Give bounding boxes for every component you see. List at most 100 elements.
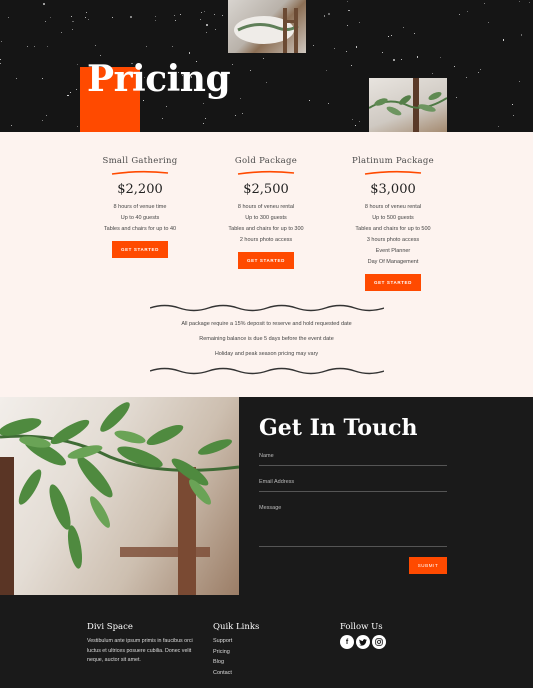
star-dot xyxy=(521,34,523,36)
star-dot xyxy=(241,113,243,115)
star-dot xyxy=(45,21,47,23)
star-dot xyxy=(201,11,203,13)
star-dot xyxy=(0,58,1,60)
star-dot xyxy=(497,126,499,127)
page-title: Pricing xyxy=(87,58,231,100)
email-field[interactable]: Email Address xyxy=(259,479,294,485)
get-started-button[interactable]: GET STARTED xyxy=(111,240,169,258)
footer-link-contact[interactable]: Contact xyxy=(213,670,232,676)
star-dot xyxy=(387,35,389,37)
contact-title: Get In Touch xyxy=(259,415,418,441)
star-dot xyxy=(487,21,489,23)
pricing-note: Holiday and peak season pricing may vary xyxy=(214,351,319,357)
star-dot xyxy=(358,120,360,122)
star-dot xyxy=(27,45,28,47)
star-dot xyxy=(328,102,330,104)
footer-follow-title: Follow Us xyxy=(340,622,383,632)
hero-photo-table-setting xyxy=(228,0,306,53)
footer: Divi Space Vestibulum ante ipsum primis … xyxy=(0,595,533,688)
star-dot xyxy=(477,72,479,73)
submit-button[interactable]: SUBMIT xyxy=(409,557,447,574)
star-dot xyxy=(235,114,237,116)
footer-link-support[interactable]: Support xyxy=(213,638,232,644)
star-dot xyxy=(347,25,349,27)
facebook-icon[interactable]: f xyxy=(340,635,354,649)
star-dot xyxy=(249,69,251,71)
package-name: Platinum Package xyxy=(351,156,434,166)
pricing-card-platinum: Platinum Package $3,000 8 hours of veneu… xyxy=(313,156,473,291)
star-dot xyxy=(390,34,392,36)
package-feature: 8 hours of veneu rental xyxy=(364,204,422,210)
email-field-underline xyxy=(259,491,447,492)
star-dot xyxy=(325,70,327,72)
star-dot xyxy=(0,63,1,65)
package-feature: 3 hours photo access xyxy=(366,237,420,243)
star-dot xyxy=(456,97,458,99)
footer-links-title: Quik Links xyxy=(213,622,260,632)
swash-decoration xyxy=(237,170,295,175)
star-dot xyxy=(88,19,89,21)
name-field[interactable]: Name xyxy=(259,453,274,459)
twitter-icon[interactable] xyxy=(356,635,370,649)
package-feature: Tables and chairs for up to 500 xyxy=(355,226,431,232)
star-dot xyxy=(529,1,531,3)
star-dot xyxy=(453,65,455,67)
star-dot xyxy=(130,15,132,18)
star-dot xyxy=(171,46,173,48)
contact-photo-greenery xyxy=(0,397,239,595)
wave-divider-bottom xyxy=(150,367,384,375)
star-dot xyxy=(200,19,202,21)
star-dot xyxy=(484,2,486,4)
star-dot xyxy=(174,14,176,16)
star-dot xyxy=(232,64,234,66)
star-dot xyxy=(45,115,47,117)
star-dot xyxy=(414,33,415,34)
footer-link-pricing[interactable]: Pricing xyxy=(213,649,230,655)
star-dot xyxy=(358,21,360,23)
instagram-icon[interactable] xyxy=(372,635,386,649)
message-label: Message xyxy=(259,505,282,511)
star-dot xyxy=(111,17,113,19)
star-dot xyxy=(323,15,325,17)
star-dot xyxy=(480,68,482,70)
star-dot xyxy=(100,54,102,56)
star-dot xyxy=(345,50,347,52)
package-feature: Event Planner xyxy=(375,248,411,254)
star-dot xyxy=(75,88,78,90)
pricing-section: Small Gathering $2,200 8 hours of venue … xyxy=(0,132,533,397)
star-dot xyxy=(33,46,35,48)
star-dot xyxy=(61,31,63,33)
star-dot xyxy=(77,126,78,128)
star-dot xyxy=(42,120,43,122)
star-dot xyxy=(0,41,3,43)
star-dot xyxy=(43,2,46,5)
message-field[interactable] xyxy=(259,513,447,547)
star-dot xyxy=(203,102,205,104)
star-dot xyxy=(49,17,51,19)
star-dot xyxy=(180,13,181,15)
star-dot xyxy=(206,23,208,26)
star-dot xyxy=(328,12,331,15)
star-dot xyxy=(203,11,205,13)
star-dot xyxy=(512,115,514,116)
package-feature: Up to 500 guests xyxy=(372,215,414,221)
star-dot xyxy=(84,17,86,19)
star-dot xyxy=(7,16,9,18)
star-dot xyxy=(213,14,215,15)
star-dot xyxy=(214,29,216,30)
star-dot xyxy=(400,58,402,60)
star-dot xyxy=(85,12,87,14)
swash-decoration xyxy=(364,170,422,175)
footer-link-blog[interactable]: Blog xyxy=(213,659,224,665)
star-dot xyxy=(47,45,49,47)
get-started-button[interactable]: GET STARTED xyxy=(237,251,295,269)
star-dot xyxy=(351,119,353,121)
star-dot xyxy=(312,44,314,46)
star-dot xyxy=(240,98,242,100)
star-dot xyxy=(11,124,13,126)
star-dot xyxy=(511,103,513,105)
star-dot xyxy=(202,122,204,125)
get-started-button[interactable]: GET STARTED xyxy=(364,273,422,291)
star-dot xyxy=(416,55,419,58)
star-dot xyxy=(222,14,223,16)
